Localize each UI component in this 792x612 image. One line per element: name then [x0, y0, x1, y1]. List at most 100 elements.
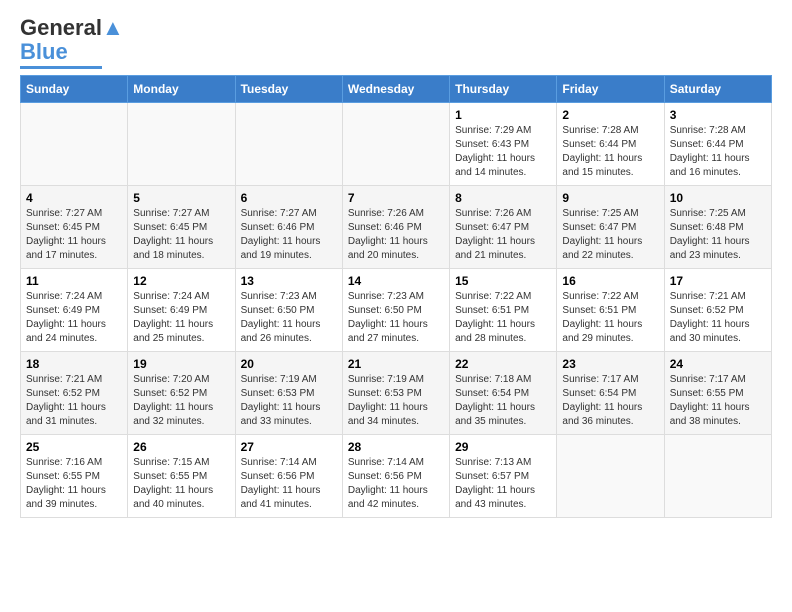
day-cell: 2 Sunrise: 7:28 AMSunset: 6:44 PMDaylight… — [557, 103, 664, 186]
day-number: 19 — [133, 357, 229, 371]
day-info: Sunrise: 7:25 AMSunset: 6:48 PMDaylight:… — [670, 207, 766, 263]
day-info: Sunrise: 7:19 AMSunset: 6:53 PMDaylight:… — [241, 373, 337, 429]
day-number: 8 — [455, 191, 551, 205]
col-header-friday: Friday — [557, 76, 664, 103]
day-cell — [128, 103, 235, 186]
day-info: Sunrise: 7:14 AMSunset: 6:56 PMDaylight:… — [348, 456, 444, 512]
day-cell: 22 Sunrise: 7:18 AMSunset: 6:54 PMDayligh… — [450, 352, 557, 435]
week-row-2: 4 Sunrise: 7:27 AMSunset: 6:45 PMDaylight… — [21, 186, 772, 269]
calendar-header-row: SundayMondayTuesdayWednesdayThursdayFrid… — [21, 76, 772, 103]
day-number: 25 — [26, 440, 122, 454]
col-header-wednesday: Wednesday — [342, 76, 449, 103]
day-info: Sunrise: 7:23 AMSunset: 6:50 PMDaylight:… — [348, 290, 444, 346]
day-info: Sunrise: 7:28 AMSunset: 6:44 PMDaylight:… — [670, 124, 766, 180]
week-row-3: 11 Sunrise: 7:24 AMSunset: 6:49 PMDayligh… — [21, 269, 772, 352]
day-info: Sunrise: 7:26 AMSunset: 6:46 PMDaylight:… — [348, 207, 444, 263]
day-number: 21 — [348, 357, 444, 371]
day-cell: 11 Sunrise: 7:24 AMSunset: 6:49 PMDayligh… — [21, 269, 128, 352]
day-number: 23 — [562, 357, 658, 371]
col-header-monday: Monday — [128, 76, 235, 103]
day-cell — [21, 103, 128, 186]
week-row-5: 25 Sunrise: 7:16 AMSunset: 6:55 PMDayligh… — [21, 435, 772, 518]
day-number: 28 — [348, 440, 444, 454]
day-cell — [342, 103, 449, 186]
day-number: 1 — [455, 108, 551, 122]
day-number: 15 — [455, 274, 551, 288]
day-info: Sunrise: 7:19 AMSunset: 6:53 PMDaylight:… — [348, 373, 444, 429]
day-number: 5 — [133, 191, 229, 205]
day-cell — [235, 103, 342, 186]
col-header-saturday: Saturday — [664, 76, 771, 103]
day-cell: 13Sunrise: 7:23 AMSunset: 6:50 PMDayligh… — [235, 269, 342, 352]
day-number: 6 — [241, 191, 337, 205]
day-cell: 23 Sunrise: 7:17 AMSunset: 6:54 PMDayligh… — [557, 352, 664, 435]
day-cell: 16 Sunrise: 7:22 AMSunset: 6:51 PMDayligh… — [557, 269, 664, 352]
day-number: 10 — [670, 191, 766, 205]
day-number: 17 — [670, 274, 766, 288]
day-number: 13 — [241, 274, 337, 288]
page-header: General▲ Blue — [20, 16, 772, 69]
day-cell: 21 Sunrise: 7:19 AMSunset: 6:53 PMDayligh… — [342, 352, 449, 435]
day-cell — [664, 435, 771, 518]
day-cell: 4 Sunrise: 7:27 AMSunset: 6:45 PMDaylight… — [21, 186, 128, 269]
day-info: Sunrise: 7:13 AMSunset: 6:57 PMDaylight:… — [455, 456, 551, 512]
day-number: 16 — [562, 274, 658, 288]
logo: General▲ Blue — [20, 16, 124, 69]
week-row-1: 1 Sunrise: 7:29 AMSunset: 6:43 PMDaylight… — [21, 103, 772, 186]
day-cell: 28 Sunrise: 7:14 AMSunset: 6:56 PMDayligh… — [342, 435, 449, 518]
col-header-tuesday: Tuesday — [235, 76, 342, 103]
day-cell: 18 Sunrise: 7:21 AMSunset: 6:52 PMDayligh… — [21, 352, 128, 435]
day-cell: 24 Sunrise: 7:17 AMSunset: 6:55 PMDayligh… — [664, 352, 771, 435]
day-number: 29 — [455, 440, 551, 454]
day-cell: 10 Sunrise: 7:25 AMSunset: 6:48 PMDayligh… — [664, 186, 771, 269]
day-info: Sunrise: 7:20 AMSunset: 6:52 PMDaylight:… — [133, 373, 229, 429]
day-number: 18 — [26, 357, 122, 371]
day-info: Sunrise: 7:22 AMSunset: 6:51 PMDaylight:… — [455, 290, 551, 346]
day-number: 11 — [26, 274, 122, 288]
day-number: 26 — [133, 440, 229, 454]
day-cell: 26 Sunrise: 7:15 AMSunset: 6:55 PMDayligh… — [128, 435, 235, 518]
day-cell: 5 Sunrise: 7:27 AMSunset: 6:45 PMDaylight… — [128, 186, 235, 269]
day-cell: 6 Sunrise: 7:27 AMSunset: 6:46 PMDaylight… — [235, 186, 342, 269]
day-info: Sunrise: 7:29 AMSunset: 6:43 PMDaylight:… — [455, 124, 551, 180]
day-info: Sunrise: 7:27 AMSunset: 6:45 PMDaylight:… — [133, 207, 229, 263]
day-number: 7 — [348, 191, 444, 205]
day-cell: 1 Sunrise: 7:29 AMSunset: 6:43 PMDaylight… — [450, 103, 557, 186]
day-info: Sunrise: 7:14 AMSunset: 6:56 PMDaylight:… — [241, 456, 337, 512]
col-header-thursday: Thursday — [450, 76, 557, 103]
day-number: 22 — [455, 357, 551, 371]
day-number: 2 — [562, 108, 658, 122]
day-info: Sunrise: 7:21 AMSunset: 6:52 PMDaylight:… — [26, 373, 122, 429]
day-info: Sunrise: 7:18 AMSunset: 6:54 PMDaylight:… — [455, 373, 551, 429]
day-number: 20 — [241, 357, 337, 371]
logo-text: General▲ Blue — [20, 16, 124, 64]
day-cell: 9Sunrise: 7:25 AMSunset: 6:47 PMDaylight… — [557, 186, 664, 269]
day-cell: 19 Sunrise: 7:20 AMSunset: 6:52 PMDayligh… — [128, 352, 235, 435]
day-cell: 7 Sunrise: 7:26 AMSunset: 6:46 PMDaylight… — [342, 186, 449, 269]
day-number: 3 — [670, 108, 766, 122]
day-info: Sunrise: 7:27 AMSunset: 6:46 PMDaylight:… — [241, 207, 337, 263]
day-cell: 14Sunrise: 7:23 AMSunset: 6:50 PMDayligh… — [342, 269, 449, 352]
day-info: Sunrise: 7:16 AMSunset: 6:55 PMDaylight:… — [26, 456, 122, 512]
day-cell: 20 Sunrise: 7:19 AMSunset: 6:53 PMDayligh… — [235, 352, 342, 435]
day-info: Sunrise: 7:17 AMSunset: 6:55 PMDaylight:… — [670, 373, 766, 429]
day-info: Sunrise: 7:25 AMSunset: 6:47 PMDaylight:… — [562, 207, 658, 263]
day-cell: 27 Sunrise: 7:14 AMSunset: 6:56 PMDayligh… — [235, 435, 342, 518]
day-info: Sunrise: 7:24 AMSunset: 6:49 PMDaylight:… — [26, 290, 122, 346]
day-cell: 29 Sunrise: 7:13 AMSunset: 6:57 PMDayligh… — [450, 435, 557, 518]
day-info: Sunrise: 7:15 AMSunset: 6:55 PMDaylight:… — [133, 456, 229, 512]
day-cell: 8Sunrise: 7:26 AMSunset: 6:47 PMDaylight… — [450, 186, 557, 269]
day-info: Sunrise: 7:28 AMSunset: 6:44 PMDaylight:… — [562, 124, 658, 180]
day-info: Sunrise: 7:22 AMSunset: 6:51 PMDaylight:… — [562, 290, 658, 346]
day-info: Sunrise: 7:24 AMSunset: 6:49 PMDaylight:… — [133, 290, 229, 346]
day-number: 24 — [670, 357, 766, 371]
day-number: 4 — [26, 191, 122, 205]
day-info: Sunrise: 7:27 AMSunset: 6:45 PMDaylight:… — [26, 207, 122, 263]
col-header-sunday: Sunday — [21, 76, 128, 103]
day-cell: 17Sunrise: 7:21 AMSunset: 6:52 PMDayligh… — [664, 269, 771, 352]
day-cell: 15 Sunrise: 7:22 AMSunset: 6:51 PMDayligh… — [450, 269, 557, 352]
day-cell: 12Sunrise: 7:24 AMSunset: 6:49 PMDayligh… — [128, 269, 235, 352]
day-cell: 25 Sunrise: 7:16 AMSunset: 6:55 PMDayligh… — [21, 435, 128, 518]
day-number: 27 — [241, 440, 337, 454]
day-info: Sunrise: 7:17 AMSunset: 6:54 PMDaylight:… — [562, 373, 658, 429]
